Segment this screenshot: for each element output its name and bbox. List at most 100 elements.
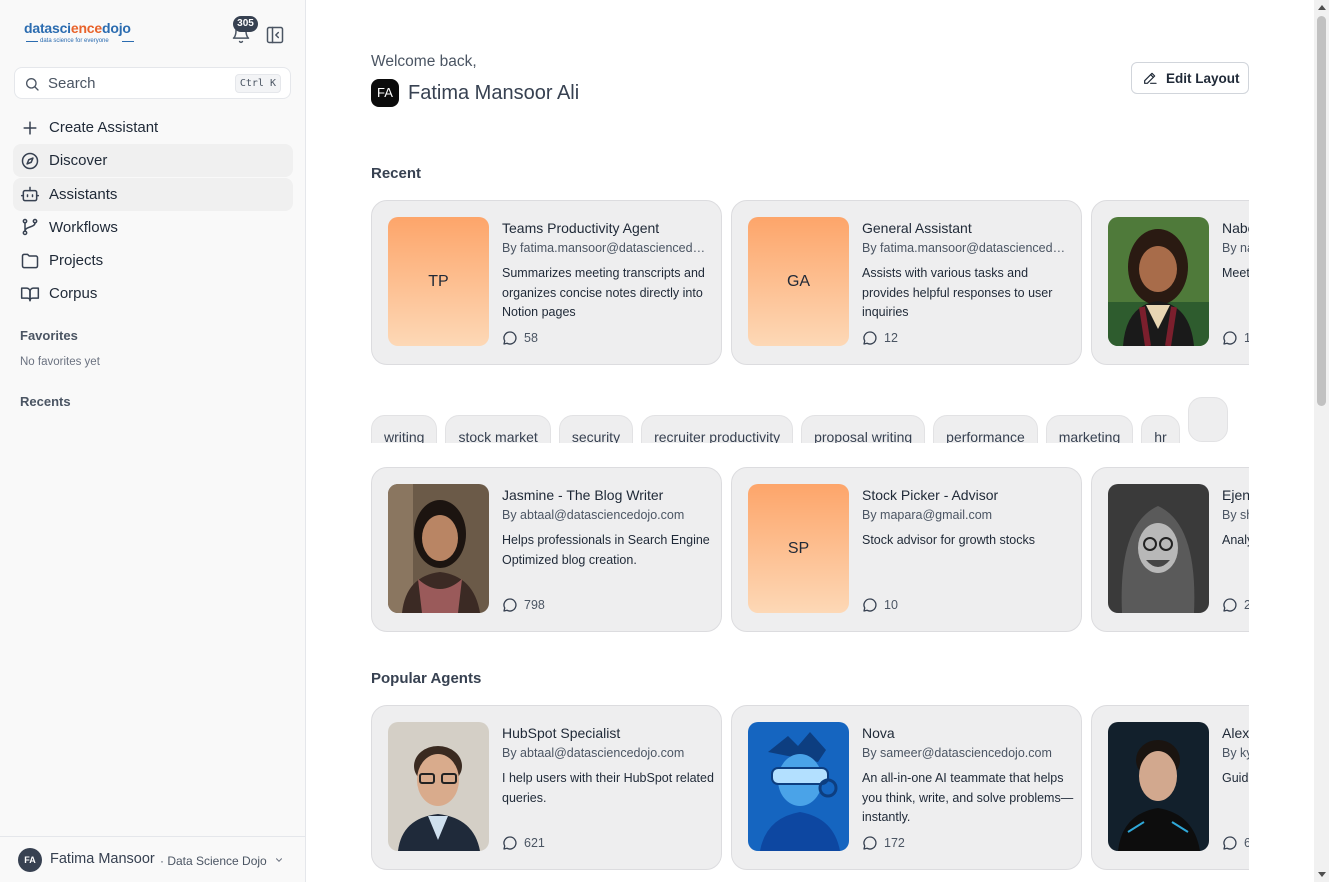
card-avatar-image (1108, 722, 1209, 851)
tag-chip[interactable]: proposal writing (801, 415, 926, 443)
card-title: Nova (862, 725, 895, 741)
card-author: By mapara@gmail.com (862, 508, 993, 522)
card-title: Teams Productivity Agent (502, 220, 660, 236)
card-chat-count: 6 (1222, 835, 1249, 851)
nav-label: Workflows (49, 218, 118, 236)
scroll-down-arrow[interactable] (1318, 872, 1326, 877)
tag-chip[interactable]: marketing (1045, 415, 1134, 443)
assistant-card[interactable]: Nabe By na Meet anyth and p 1 (1091, 200, 1249, 365)
search-shortcut: Ctrl K (234, 74, 281, 93)
card-description: Stock advisor for growth stocks (862, 533, 1035, 547)
scroll-up-arrow[interactable] (1318, 5, 1326, 10)
logo-text: ence (70, 20, 102, 36)
assistant-card[interactable]: TP Teams Productivity Agent By fatima.ma… (371, 200, 722, 365)
popular-heading: Popular Agents (371, 670, 482, 687)
assistant-card[interactable]: HubSpot Specialist By abtaal@datascience… (371, 705, 722, 870)
chat-count: 172 (884, 836, 905, 850)
plus-icon (23, 120, 37, 135)
tag-chip[interactable]: hr (1141, 415, 1180, 443)
chat-count: 621 (524, 836, 545, 850)
edit-layout-label: Edit Layout (1166, 70, 1240, 86)
nav-create-assistant[interactable]: Create Assistant (13, 111, 293, 144)
user-name: Fatima Mansoor (50, 851, 155, 867)
assistant-card[interactable]: Ejent By sh Analy Pull R vulne 2 (1091, 467, 1249, 632)
scrollbar-thumb[interactable] (1317, 16, 1326, 406)
card-chat-count: 2 (1222, 597, 1249, 613)
assistant-card[interactable]: Jasmine - The Blog Writer By abtaal@data… (371, 467, 722, 632)
message-icon (863, 836, 877, 850)
card-description: Guid owne proce (1222, 771, 1249, 785)
nav-label: Corpus (49, 285, 98, 303)
tag-chip[interactable]: security (558, 415, 634, 443)
card-author: By abtaal@datasciencedojo.com (502, 508, 685, 522)
card-avatar-image (748, 722, 849, 851)
card-author: By na (1222, 241, 1249, 255)
workflow-icon (22, 219, 38, 236)
tag-chip[interactable]: writing (371, 415, 438, 443)
tag-chip[interactable]: recruiter productivity (641, 415, 794, 443)
card-description: I help users with their HubSpot related … (502, 771, 714, 805)
card-description: Analy Pull R vulne (1222, 533, 1249, 547)
card-chat-count: 1 (1222, 330, 1249, 346)
message-icon (1223, 331, 1237, 345)
welcome-text: Welcome back, (371, 53, 477, 70)
card-thumbnail: SP (748, 484, 849, 613)
edit-layout-button[interactable]: Edit Layout (1131, 62, 1249, 94)
chat-count: 798 (524, 598, 545, 612)
card-author: By ky (1222, 746, 1249, 760)
card-description: Summarizes meeting transcripts and organ… (502, 266, 705, 319)
nav-discover[interactable]: Discover (13, 144, 293, 178)
user-org: · Data Science Dojo (160, 854, 267, 868)
book-icon (20, 287, 40, 302)
assistant-card[interactable]: SP Stock Picker - Advisor By mapara@gmai… (731, 467, 1082, 632)
card-author: By fatima.mansoor@datasciencedojo.com (862, 241, 1070, 255)
tag-chip[interactable]: performance (933, 415, 1038, 443)
card-chat-count: 798 (502, 597, 545, 613)
assistant-card[interactable]: Alex By ky Guid owne proce 6 (1091, 705, 1249, 870)
card-description: Assists with various tasks and provides … (862, 266, 1053, 319)
tag-chip[interactable]: stock market (445, 415, 551, 443)
card-title: General Assistant (862, 220, 972, 236)
search-input[interactable]: Search Ctrl K (14, 67, 291, 99)
assistant-card[interactable]: GA General Assistant By fatima.mansoor@d… (731, 200, 1082, 365)
card-thumbnail: GA (748, 217, 849, 346)
card-author: By fatima.mansoor@datasciencedojo.com (502, 241, 710, 255)
card-author: By sh (1222, 508, 1249, 522)
assistant-card[interactable]: Nova By sameer@datasciencedojo.com An al… (731, 705, 1082, 870)
message-icon (863, 331, 877, 345)
nav-assistants[interactable]: Assistants (13, 177, 293, 211)
nav-projects[interactable]: Projects (13, 244, 293, 277)
tag-chip[interactable] (1187, 397, 1228, 442)
card-author: By abtaal@datasciencedojo.com (502, 746, 685, 760)
nav-corpus[interactable]: Corpus (13, 277, 293, 310)
popular-row: HubSpot Specialist By abtaal@datascience… (371, 705, 1249, 871)
search-placeholder: Search (48, 75, 96, 92)
main-content: Welcome back, FA Fatima Mansoor Ali Edit… (306, 0, 1314, 882)
folder-icon (21, 253, 39, 269)
logo-tagline: data science for everyone (24, 38, 144, 44)
card-chat-count: 12 (862, 330, 898, 346)
card-description: An all-in-one AI teammate that helps you… (862, 771, 1074, 824)
sidebar-collapse-icon[interactable] (265, 25, 285, 45)
message-icon (503, 836, 517, 850)
pencil-icon (1144, 72, 1157, 84)
user-menu[interactable]: FA Fatima Mansoor · Data Science Dojo (0, 836, 305, 882)
favorites-empty: No favorites yet (20, 356, 100, 368)
chat-count: 1 (1244, 331, 1249, 345)
logo-text: datasci (24, 20, 71, 36)
chat-count: 6 (1244, 836, 1249, 850)
nav-workflows[interactable]: Workflows (13, 211, 293, 244)
page-scrollbar[interactable] (1314, 0, 1329, 882)
user-fullname: Fatima Mansoor Ali (408, 81, 580, 104)
card-description: Helps professionals in Search Engine Opt… (502, 533, 710, 567)
card-title: HubSpot Specialist (502, 725, 621, 741)
notification-badge: 305 (233, 16, 258, 32)
nav-label: Assistants (49, 185, 118, 203)
logo-text: dojo (101, 20, 131, 36)
favorites-heading: Favorites (20, 328, 78, 343)
brand-logo[interactable]: datasciencedojo data science for everyon… (24, 20, 144, 48)
message-icon (503, 331, 517, 345)
nav-label: Discover (49, 152, 108, 170)
avatar: FA (18, 848, 42, 872)
card-chat-count: 58 (502, 330, 538, 346)
